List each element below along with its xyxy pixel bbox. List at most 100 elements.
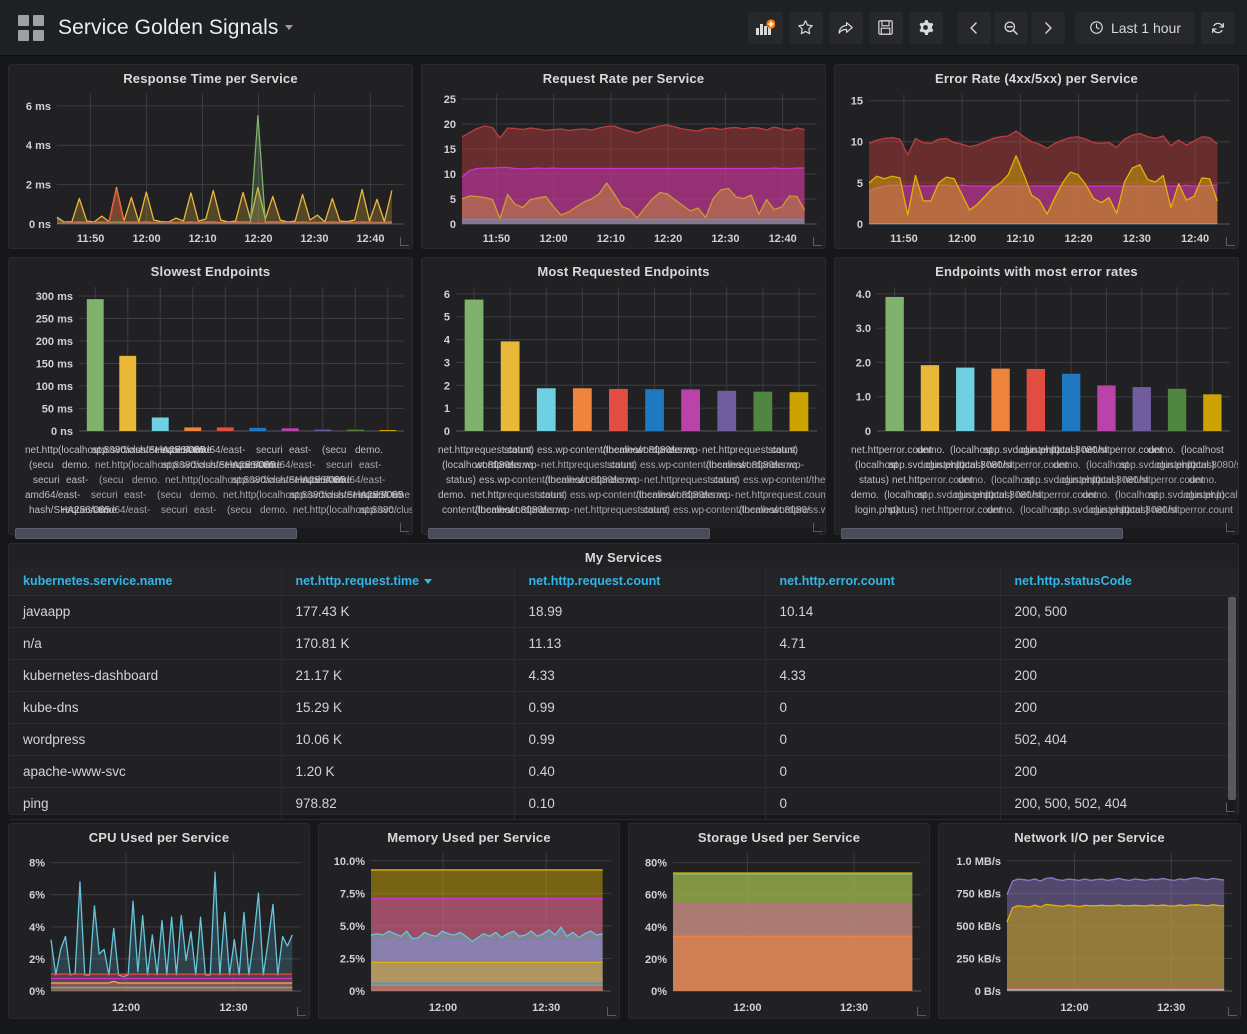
table-scroll-container[interactable]: kubernetes.service.name net.http.request… xyxy=(9,567,1238,820)
dashboard-grid-icon[interactable] xyxy=(18,14,44,41)
bar[interactable] xyxy=(789,392,809,431)
panel-network-io[interactable]: Network I/O per Service 0 B/s 250 kB/s 500… xyxy=(938,823,1241,1019)
graph-cpu-used[interactable]: 0% 2% 4% 6% 8% 12:00 12:30 xyxy=(9,847,309,1015)
bar[interactable] xyxy=(86,299,104,431)
bar[interactable] xyxy=(184,427,202,431)
panel-error-rate[interactable]: Error Rate (4xx/5xx) per Service 0 5 10 15 1… xyxy=(834,64,1239,249)
graph-most-requested[interactable]: 0 1 2 3 4 5 6 xyxy=(422,281,825,441)
bar[interactable] xyxy=(216,427,234,431)
bar[interactable] xyxy=(464,299,484,431)
panel-resize-handle[interactable] xyxy=(400,523,409,532)
panel-resize-handle[interactable] xyxy=(813,523,822,532)
graph-storage-used[interactable]: 0% 20% 40% 60% 80% 12:00 12:30 xyxy=(629,847,929,1015)
bar[interactable] xyxy=(991,368,1010,431)
graph-request-rate[interactable]: 0 5 10 15 20 25 11:50 12:00 12:10 12:20 12:30 12:40 xyxy=(422,88,825,246)
panel-response-time[interactable]: Response Time per Service 0 ns 2 ms 4 ms 6 … xyxy=(8,64,413,249)
graph-slowest-endpoints[interactable]: 0 ns 50 ms 100 ms 150 ms 200 ms 250 ms 300 ms xyxy=(9,281,412,441)
bar[interactable] xyxy=(1167,388,1187,431)
bar[interactable] xyxy=(645,389,664,431)
panel-most-errors[interactable]: Endpoints with most error rates 0 1.0 2.0 3… xyxy=(834,257,1239,539)
panel-resize-handle[interactable] xyxy=(1226,523,1235,532)
column-header-request-count[interactable]: net.http.request.count xyxy=(514,567,766,596)
column-header-service-name[interactable]: kubernetes.service.name xyxy=(9,567,282,596)
sort-desc-icon[interactable] xyxy=(424,579,433,585)
scrollbar-thumb[interactable] xyxy=(15,528,297,539)
bar[interactable] xyxy=(1132,387,1151,431)
bar[interactable] xyxy=(1026,368,1046,431)
panel-resize-handle[interactable] xyxy=(1226,237,1235,246)
time-shift-forward-button[interactable] xyxy=(1030,11,1065,44)
bar[interactable] xyxy=(500,341,520,431)
table-row[interactable]: wordpress 10.06 K 0.99 0 502, 404 xyxy=(9,723,1238,756)
table-row[interactable]: apache-www-svc 1.20 K 0.40 0 200 xyxy=(9,755,1238,788)
graph-response-time[interactable]: 0 ns 2 ms 4 ms 6 ms 11:50 12:00 12:10 12:20 12:3… xyxy=(9,88,412,246)
panel-resize-handle[interactable] xyxy=(297,1007,306,1016)
bar[interactable] xyxy=(379,430,397,431)
bar[interactable] xyxy=(1203,394,1222,431)
bar[interactable] xyxy=(717,390,737,431)
bar[interactable] xyxy=(753,391,773,431)
bar[interactable] xyxy=(1061,373,1081,431)
chevron-down-icon[interactable] xyxy=(284,25,293,31)
bar[interactable] xyxy=(119,355,137,431)
graph-network-io[interactable]: 0 B/s 250 kB/s 500 kB/s 750 kB/s 1.0 MB/s 12:… xyxy=(939,847,1240,1015)
x-axis-tick-label: demo. xyxy=(611,475,639,486)
panel-resize-handle[interactable] xyxy=(1226,803,1235,812)
horizontal-scrollbar[interactable] xyxy=(15,528,406,539)
bar[interactable] xyxy=(249,427,267,431)
panel-slowest-endpoints[interactable]: Slowest Endpoints 0 ns 50 ms 100 ms 150 ms 2… xyxy=(8,257,413,539)
vertical-scrollbar[interactable] xyxy=(1228,597,1236,818)
bar[interactable] xyxy=(681,389,701,431)
scrollbar-thumb[interactable] xyxy=(841,528,1123,539)
panel-title: Slowest Endpoints xyxy=(150,264,271,279)
scrollbar-thumb[interactable] xyxy=(428,528,710,539)
panel-storage-used[interactable]: Storage Used per Service 0% 20% 40% 60% 80% 1… xyxy=(628,823,930,1019)
bar[interactable] xyxy=(346,429,364,431)
bar[interactable] xyxy=(920,365,940,431)
horizontal-scrollbar[interactable] xyxy=(841,528,1232,539)
bar[interactable] xyxy=(1097,385,1116,431)
horizontal-scrollbar[interactable] xyxy=(428,528,819,539)
star-button[interactable] xyxy=(788,11,823,44)
table-row[interactable]: n/a 170.81 K 11.13 4.71 200 xyxy=(9,627,1238,660)
time-range-picker[interactable]: Last 1 hour xyxy=(1074,11,1195,44)
graph-most-errors[interactable]: 0 1.0 2.0 3.0 4.0 xyxy=(835,281,1238,441)
save-button[interactable] xyxy=(868,11,903,44)
panel-resize-handle[interactable] xyxy=(1228,1007,1237,1016)
bar[interactable] xyxy=(609,388,628,431)
panel-request-rate[interactable]: Request Rate per Service 0 5 10 15 20 25 11:50… xyxy=(421,64,826,249)
column-header-error-count[interactable]: net.http.error.count xyxy=(765,567,1001,596)
bar[interactable] xyxy=(151,417,169,432)
panel-resize-handle[interactable] xyxy=(607,1007,616,1016)
panel-resize-handle[interactable] xyxy=(400,237,409,246)
settings-button[interactable] xyxy=(908,11,943,44)
panel-my-services[interactable]: My Services kubernetes.service.name net.… xyxy=(8,543,1239,820)
panel-cpu-used[interactable]: CPU Used per Service 0% 2% 4% 6% 8% 12:00 12:3… xyxy=(8,823,310,1019)
panel-most-requested[interactable]: Most Requested Endpoints 0 1 2 3 4 5 6 net.htt… xyxy=(421,257,826,539)
graph-error-rate[interactable]: 0 5 10 15 11:50 12:00 12:10 12:20 12:30 12:40 xyxy=(835,88,1238,246)
time-zoom-out-button[interactable] xyxy=(993,11,1028,44)
table-row[interactable]: kubernetes-dashboard 21.17 K 4.33 4.33 200 xyxy=(9,659,1238,692)
bar[interactable] xyxy=(885,296,904,431)
table-row[interactable]: kube-dns 15.29 K 0.99 0 200 xyxy=(9,691,1238,724)
scrollbar-thumb[interactable] xyxy=(1228,597,1236,801)
bar[interactable] xyxy=(536,388,556,431)
time-shift-back-button[interactable] xyxy=(956,11,991,44)
bar[interactable] xyxy=(956,367,975,431)
graph-memory-used[interactable]: 0% 2.5% 5.0% 7.5% 10.0% 12:00 12:30 xyxy=(319,847,619,1015)
panel-resize-handle[interactable] xyxy=(917,1007,926,1016)
dashboard-title-button[interactable]: Service Golden Signals xyxy=(58,16,293,40)
refresh-button[interactable] xyxy=(1201,11,1235,44)
panel-memory-used[interactable]: Memory Used per Service 0% 2.5% 5.0% 7.5% 10… xyxy=(318,823,620,1019)
add-panel-button[interactable] xyxy=(747,11,783,44)
panel-resize-handle[interactable] xyxy=(813,237,822,246)
share-button[interactable] xyxy=(828,11,863,44)
table-row[interactable]: ping 978.82 0.10 0 200, 500, 502, 404 xyxy=(9,787,1238,820)
navbar-right: Last 1 hour xyxy=(742,11,1235,44)
table-row[interactable]: javaapp 177.43 K 18.99 10.14 200, 500 xyxy=(9,595,1238,628)
bar[interactable] xyxy=(572,388,592,431)
column-header-status-code[interactable]: net.http.statusCode xyxy=(1000,567,1238,596)
column-header-request-time[interactable]: net.http.request.time xyxy=(281,567,515,596)
bar[interactable] xyxy=(281,428,299,431)
bar[interactable] xyxy=(314,429,332,431)
